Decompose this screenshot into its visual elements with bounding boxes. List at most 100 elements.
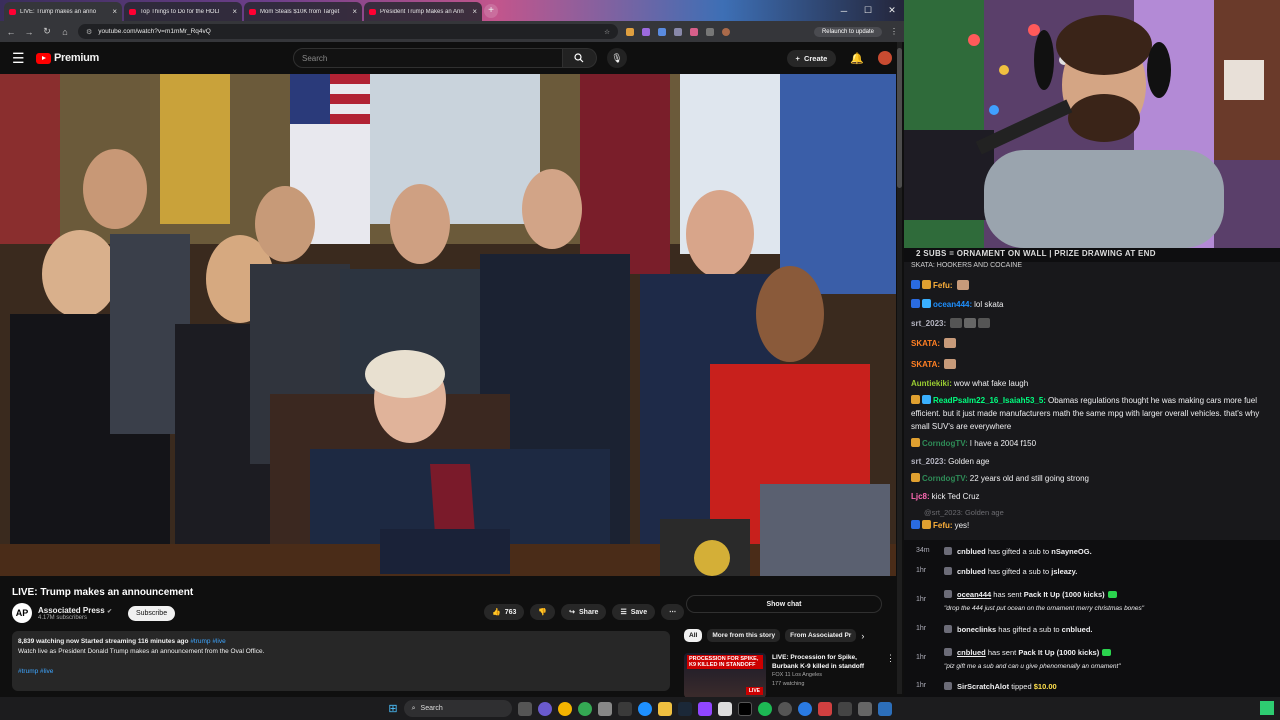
more-actions-button[interactable]: ⋯: [661, 604, 685, 620]
close-tab-icon[interactable]: ×: [472, 7, 477, 16]
chrome-icon[interactable]: [577, 701, 592, 716]
chat-text: kick Ted Cruz: [931, 492, 980, 501]
chrome-icon[interactable]: [557, 701, 572, 716]
tiktok-icon[interactable]: [737, 701, 752, 716]
puzzle-icon[interactable]: [706, 27, 714, 36]
app-icon[interactable]: [857, 701, 872, 716]
like-button[interactable]: 👍 763: [484, 604, 525, 620]
task-view-icon[interactable]: [517, 701, 532, 716]
hamburger-menu-icon[interactable]: ☰: [12, 50, 26, 67]
stats-hashtags[interactable]: #trump #live: [190, 638, 225, 645]
page-scrollbar[interactable]: [897, 42, 902, 694]
spotify-icon[interactable]: [757, 701, 772, 716]
close-tab-icon[interactable]: ×: [112, 7, 117, 16]
chat-username[interactable]: SKATA:: [911, 360, 940, 369]
back-icon[interactable]: ←: [6, 27, 16, 37]
profile-icon[interactable]: [722, 27, 730, 36]
recommended-title[interactable]: LIVE: Procession for Spike, Burbank K-9 …: [772, 653, 880, 671]
window-controls: ─ ☐ ✕: [832, 0, 904, 21]
recommended-video[interactable]: PROCESSION FOR SPIKE, K9 KILLED IN STAND…: [684, 653, 895, 698]
copilot-icon[interactable]: [537, 701, 552, 716]
close-window-icon[interactable]: ✕: [880, 5, 904, 16]
video-title: LIVE: Trump makes an announcement: [12, 587, 194, 598]
account-avatar[interactable]: [878, 51, 892, 65]
kick-tray-icon[interactable]: [1260, 701, 1274, 715]
new-tab-button[interactable]: +: [484, 4, 498, 18]
chat-username[interactable]: CorndogTV:: [922, 474, 968, 483]
share-button[interactable]: ↪ Share: [561, 604, 607, 620]
channel-name[interactable]: Associated Press ✔: [38, 606, 112, 615]
chat-username[interactable]: Fefu:: [933, 281, 953, 290]
close-tab-icon[interactable]: ×: [352, 7, 357, 16]
notifications-bell-icon[interactable]: 🔔: [850, 52, 864, 65]
bookmark-star-icon[interactable]: ☆: [604, 28, 610, 36]
chat-username[interactable]: CorndogTV:: [922, 439, 968, 448]
chat-username[interactable]: SKATA:: [911, 339, 940, 348]
chevron-right-icon[interactable]: ›: [861, 631, 864, 641]
search-button[interactable]: [562, 48, 597, 68]
more-menu-icon[interactable]: ⋮: [890, 27, 898, 36]
close-tab-icon[interactable]: ×: [232, 7, 237, 16]
forward-icon[interactable]: →: [24, 27, 34, 37]
maximize-icon[interactable]: ☐: [856, 5, 880, 16]
url-field[interactable]: ⚙ youtube.com/watch?v=m1mMr_Rq4vQ ☆: [78, 24, 618, 39]
youtube-premium-logo[interactable]: Premium: [36, 52, 99, 64]
description-box[interactable]: 8,839 watching now Started streaming 116…: [12, 631, 670, 691]
create-button[interactable]: + Create: [786, 49, 837, 67]
kicks-icon: [944, 590, 952, 598]
app-icon[interactable]: [877, 701, 892, 716]
subscribe-button[interactable]: Subscribe: [127, 605, 176, 621]
voice-search-mic-icon[interactable]: 🎙: [606, 48, 627, 68]
video-player[interactable]: [0, 74, 896, 576]
chat-username[interactable]: srt_2023:: [911, 457, 946, 466]
app-icon[interactable]: [697, 701, 712, 716]
edge-icon[interactable]: [637, 701, 652, 716]
chat-username[interactable]: Auntiekiki:: [911, 379, 952, 388]
taskbar-search[interactable]: ⌕ Search: [403, 700, 512, 717]
app-icon[interactable]: [817, 701, 832, 716]
extension-icon[interactable]: [642, 27, 650, 36]
chat-username[interactable]: ReadPsalm22_16_Isaiah53_5:: [933, 396, 1046, 405]
dislike-button[interactable]: 👎: [530, 604, 556, 620]
recommended-channel[interactable]: FOX 11 Los Angeles: [772, 671, 880, 680]
tab-live-trump[interactable]: LIVE: Trump makes an anno ×: [4, 2, 122, 21]
steam-icon[interactable]: [677, 701, 692, 716]
site-info-icon[interactable]: ⚙: [86, 28, 92, 36]
app-icon[interactable]: [617, 701, 632, 716]
description-hashtags[interactable]: #trump #live: [18, 667, 664, 677]
chat-username[interactable]: ocean444:: [933, 300, 972, 309]
app-icon[interactable]: [837, 701, 852, 716]
chip-from-associated-press[interactable]: From Associated Pr: [785, 629, 857, 642]
file-explorer-icon[interactable]: [657, 701, 672, 716]
minimize-icon[interactable]: ─: [832, 6, 856, 16]
chip-all[interactable]: All: [684, 629, 703, 642]
recommended-thumbnail[interactable]: PROCESSION FOR SPIKE, K9 KILLED IN STAND…: [684, 653, 766, 698]
app-icon[interactable]: [597, 701, 612, 716]
extension-icon[interactable]: [658, 27, 666, 36]
reload-icon[interactable]: ↻: [42, 26, 52, 37]
save-button[interactable]: ☰ Save: [612, 604, 656, 620]
badge-icon: [911, 299, 920, 308]
chip-more-from-story[interactable]: More from this story: [707, 629, 781, 642]
scrollbar-thumb[interactable]: [897, 48, 902, 188]
app-icon[interactable]: [717, 701, 732, 716]
home-icon[interactable]: ⌂: [60, 27, 70, 37]
extension-icon[interactable]: [674, 27, 682, 36]
chat-username[interactable]: srt_2023:: [911, 319, 946, 328]
app-icon[interactable]: [777, 701, 792, 716]
event-target: jsleazy.: [1051, 567, 1078, 576]
chat-username[interactable]: Fefu:: [933, 521, 953, 530]
app-icon[interactable]: [797, 701, 812, 716]
search-input[interactable]: Search: [292, 48, 563, 68]
windows-start-icon[interactable]: ⊞: [388, 702, 397, 715]
tab-holiday[interactable]: Top Things to Do for the HOLI ×: [124, 2, 242, 21]
tab-mom-steals[interactable]: Mom Steals $10K from Target ×: [244, 2, 362, 21]
extension-icon[interactable]: [690, 27, 698, 36]
tab-president-trump[interactable]: President Trump Makes an Ann ×: [364, 2, 482, 21]
relaunch-button[interactable]: Relaunch to update: [813, 26, 882, 37]
channel-avatar[interactable]: AP: [12, 603, 32, 623]
chat-username[interactable]: Ljc8:: [911, 492, 930, 501]
extension-icon[interactable]: [626, 27, 634, 36]
recommended-more-icon[interactable]: ⋮: [886, 653, 895, 698]
show-chat-button[interactable]: Show chat: [686, 595, 882, 613]
